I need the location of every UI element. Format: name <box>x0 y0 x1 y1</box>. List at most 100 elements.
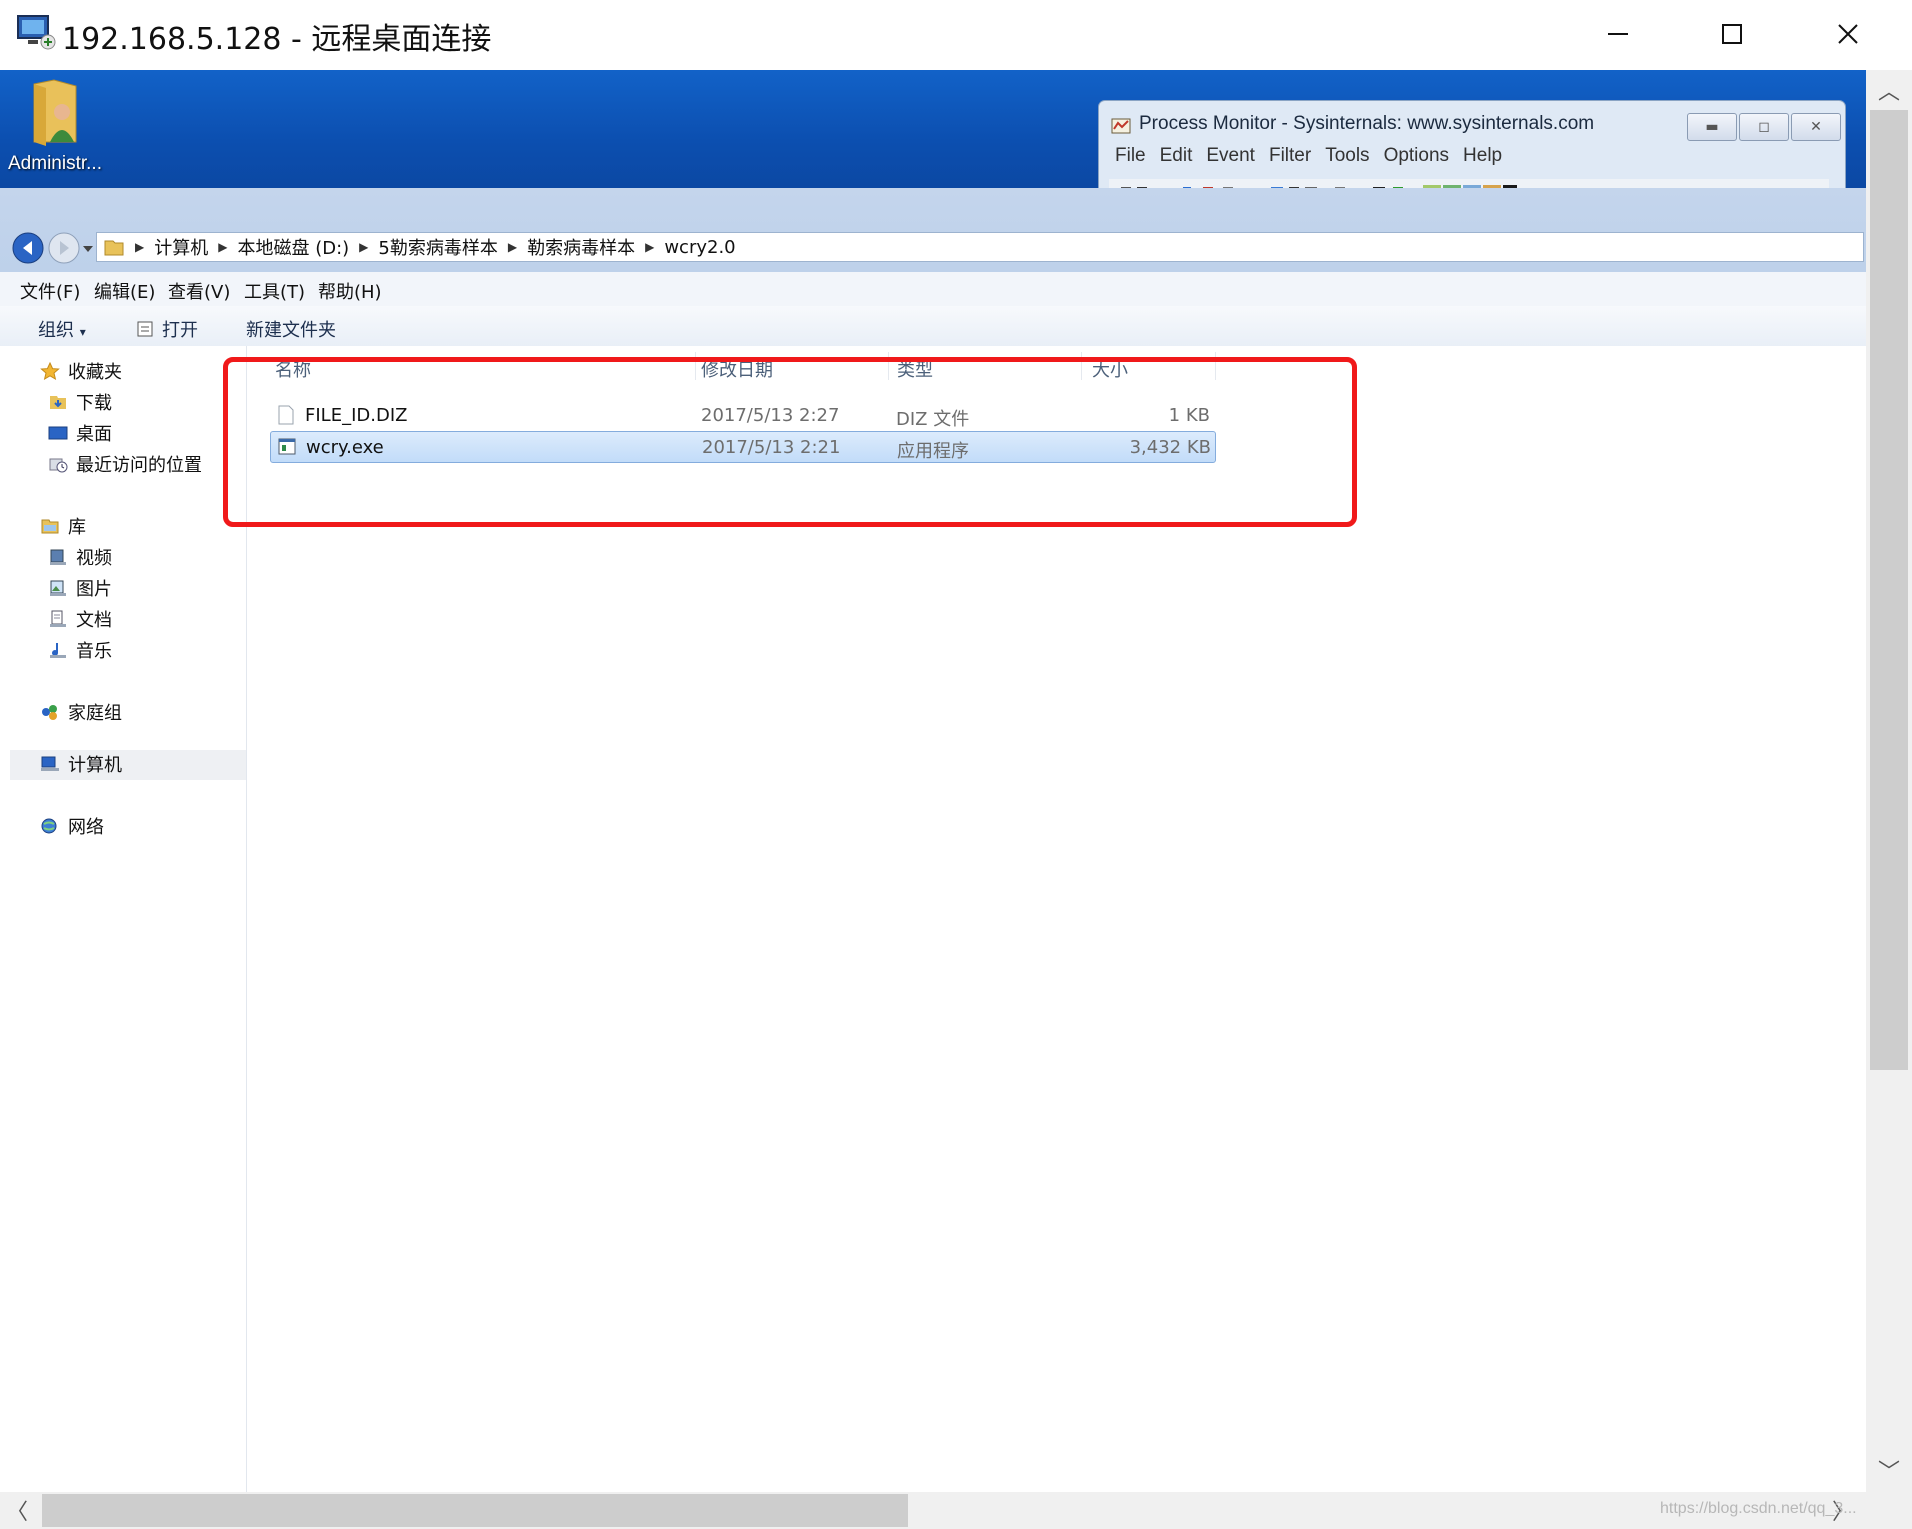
library-icon <box>41 519 59 534</box>
rdp-titlebar: 192.168.5.128 - 远程桌面连接 <box>0 0 1912 70</box>
documents-library-icon <box>50 610 66 627</box>
breadcrumb-drive-d[interactable]: 本地磁盘 (D:) <box>237 234 349 260</box>
nav-documents[interactable]: 文档 <box>48 606 112 632</box>
procmon-menu-event[interactable]: Event <box>1206 145 1255 167</box>
downloads-folder-icon <box>50 396 66 409</box>
process-monitor-window[interactable]: Process Monitor - Sysinternals: www.sysi… <box>1098 100 1846 202</box>
maximize-button[interactable] <box>1702 10 1762 58</box>
menu-file[interactable]: 文件(F) <box>20 278 80 304</box>
nav-downloads-label: 下载 <box>76 393 112 414</box>
breadcrumb-wcry2[interactable]: wcry2.0 <box>664 237 735 258</box>
menu-edit[interactable]: 编辑(E) <box>94 278 155 304</box>
nav-computer[interactable]: 计算机 <box>40 751 122 777</box>
navigation-pane: 收藏夹 下载 桌面 最近访问的位置 库 视频 图片 文档 音乐 家庭组 计算机 … <box>0 346 247 1492</box>
forward-button[interactable] <box>48 232 80 264</box>
nav-favorites[interactable]: 收藏夹 <box>40 358 122 384</box>
pictures-library-icon <box>50 580 66 596</box>
nav-libraries-label: 库 <box>68 517 86 538</box>
scroll-down-icon[interactable]: ﹀ <box>1878 1454 1900 1486</box>
remote-desktop[interactable]: Administr... Process Monitor - Sysintern… <box>0 70 1866 202</box>
open-file-icon <box>137 321 153 337</box>
back-button[interactable] <box>12 232 44 264</box>
scroll-left-icon[interactable]: 〈 <box>6 1494 28 1526</box>
chevron-right-icon[interactable]: ▶ <box>135 240 144 254</box>
scroll-up-icon[interactable]: ︿ <box>1878 74 1900 106</box>
procmon-menu-help[interactable]: Help <box>1463 145 1502 167</box>
procmon-menu-filter[interactable]: Filter <box>1269 145 1311 167</box>
remote-session[interactable]: Administr... Process Monitor - Sysintern… <box>0 70 1866 1492</box>
video-library-icon <box>50 549 66 565</box>
nav-desktop[interactable]: 桌面 <box>48 420 112 446</box>
folder-icon <box>104 240 124 256</box>
procmon-menu-tools[interactable]: Tools <box>1325 145 1369 167</box>
menu-tools[interactable]: 工具(T) <box>244 278 305 304</box>
horizontal-scroll-thumb[interactable] <box>42 1494 908 1527</box>
nav-recent-places-label: 最近访问的位置 <box>76 455 202 476</box>
close-button[interactable] <box>1818 10 1878 58</box>
nav-documents-label: 文档 <box>76 610 112 631</box>
nav-favorites-label: 收藏夹 <box>68 362 122 383</box>
vertical-scroll-thumb[interactable] <box>1870 110 1908 1070</box>
nav-downloads[interactable]: 下载 <box>48 389 112 415</box>
menu-view[interactable]: 查看(V) <box>168 278 230 304</box>
chevron-right-icon[interactable]: ▶ <box>359 240 368 254</box>
minimize-icon <box>1608 33 1628 35</box>
desktop-icon-label: Administr... <box>8 153 102 174</box>
maximize-icon <box>1722 24 1742 44</box>
open-button[interactable]: 打开 <box>136 316 198 342</box>
user-folder-icon <box>33 79 77 146</box>
menu-help[interactable]: 帮助(H) <box>318 278 382 304</box>
watermark: https://blog.csdn.net/qq_3... <box>1660 1500 1857 1517</box>
nav-pictures[interactable]: 图片 <box>48 575 112 601</box>
nav-homegroup[interactable]: 家庭组 <box>40 699 122 725</box>
organize-button[interactable]: 组织 ▾ <box>38 316 86 342</box>
nav-homegroup-label: 家庭组 <box>68 703 122 724</box>
nav-videos[interactable]: 视频 <box>48 544 112 570</box>
address-bar[interactable]: ▶ 计算机 ▶ 本地磁盘 (D:) ▶ 5勒索病毒样本 ▶ 勒索病毒样本 ▶ w… <box>96 232 1864 262</box>
recent-places-icon <box>49 458 68 473</box>
explorer-menubar: 文件(F) 编辑(E) 查看(V) 工具(T) 帮助(H) <box>0 272 1866 307</box>
breadcrumb-ransomware-samples[interactable]: 勒索病毒样本 <box>527 234 635 260</box>
procmon-menu-file[interactable]: File <box>1115 145 1146 167</box>
nav-recent-places[interactable]: 最近访问的位置 <box>48 451 202 477</box>
nav-music[interactable]: 音乐 <box>48 637 112 663</box>
organize-label: 组织 <box>38 320 74 341</box>
chevron-right-icon[interactable]: ▶ <box>508 240 517 254</box>
chevron-right-icon[interactable]: ▶ <box>218 240 227 254</box>
command-bar: 组织 ▾ 打开 新建文件夹 <box>0 306 1866 347</box>
open-label: 打开 <box>162 320 198 341</box>
remote-desktop-icon <box>17 15 56 50</box>
history-dropdown-icon[interactable] <box>82 244 94 254</box>
vertical-scrollbar[interactable]: ︿ ﹀ <box>1866 70 1912 1492</box>
procmon-close-button[interactable]: ✕ <box>1791 113 1841 141</box>
new-folder-button[interactable]: 新建文件夹 <box>246 316 336 342</box>
music-library-icon <box>50 643 66 658</box>
process-monitor-icon <box>1111 118 1131 134</box>
star-icon <box>40 362 60 380</box>
breadcrumb-ransomware-samples-5[interactable]: 5勒索病毒样本 <box>378 234 497 260</box>
procmon-menu-edit[interactable]: Edit <box>1160 145 1193 167</box>
nav-pictures-label: 图片 <box>76 579 112 600</box>
chevron-down-icon: ▾ <box>79 325 86 339</box>
minimize-button[interactable] <box>1588 10 1648 58</box>
procmon-menubar: File Edit Event Filter Tools Options Hel… <box>1115 145 1502 167</box>
breadcrumb-computer[interactable]: 计算机 <box>154 234 208 260</box>
nav-computer-label: 计算机 <box>68 755 122 776</box>
procmon-menu-options[interactable]: Options <box>1384 145 1449 167</box>
nav-network[interactable]: 网络 <box>40 813 104 839</box>
homegroup-icon <box>42 705 57 720</box>
network-icon <box>41 818 57 834</box>
process-monitor-title: Process Monitor - Sysinternals: www.sysi… <box>1139 113 1595 134</box>
procmon-minimize-button[interactable]: ▬ <box>1687 113 1737 141</box>
desktop-icon <box>48 426 68 440</box>
window-title: 192.168.5.128 - 远程桌面连接 <box>62 22 492 57</box>
chevron-right-icon[interactable]: ▶ <box>645 240 654 254</box>
nav-network-label: 网络 <box>68 817 104 838</box>
nav-videos-label: 视频 <box>76 548 112 569</box>
horizontal-scrollbar[interactable]: 〈 〉 <box>0 1492 1912 1529</box>
procmon-maximize-button[interactable]: ◻ <box>1739 113 1789 141</box>
desktop-icon-administrator[interactable]: Administr... <box>8 76 102 175</box>
close-icon <box>1838 24 1858 44</box>
computer-icon <box>41 756 59 771</box>
nav-libraries[interactable]: 库 <box>40 513 86 539</box>
